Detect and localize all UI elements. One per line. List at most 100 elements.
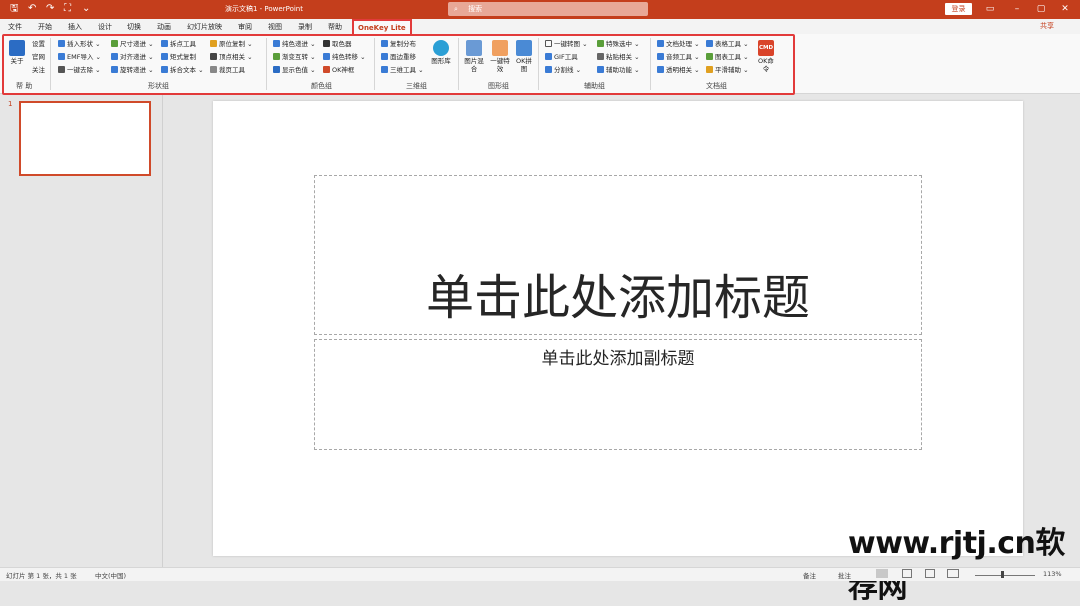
chart-tools-button[interactable]: 图表工具 ⌄ [706, 53, 749, 62]
one-click-effect-button[interactable]: 一键特效 [488, 40, 512, 73]
follow-button[interactable]: 关注 [32, 66, 45, 75]
audio-icon [657, 53, 664, 60]
show-color-value-button[interactable]: 显示色值 ⌄ [273, 66, 316, 75]
cmd-label: 辅助功能 [606, 66, 632, 74]
tab-transitions[interactable]: 切换 [127, 22, 141, 32]
reading-view-icon[interactable] [925, 569, 935, 578]
insert-shape-button[interactable]: 插入形状 ⌄ [58, 40, 101, 49]
tab-review[interactable]: 审阅 [238, 22, 252, 32]
ok-frame-button[interactable]: OK神框 [323, 66, 354, 75]
transparency-icon [657, 66, 664, 73]
about-label: 关于 [10, 57, 24, 65]
comments-button[interactable]: 批注 [838, 570, 851, 580]
settings-button[interactable]: 设置 [32, 40, 45, 49]
slide-canvas: 单击此处添加标题 单击此处添加副标题 [213, 101, 1023, 556]
tab-record[interactable]: 录制 [298, 22, 312, 32]
zoom-slider[interactable] [975, 575, 1035, 576]
normal-view-icon[interactable] [876, 569, 888, 578]
crop-page-button[interactable]: 裁页工具 [210, 66, 245, 75]
slide-thumbnail[interactable] [19, 101, 151, 176]
assist-function-button[interactable]: 辅助功能 ⌄ [597, 66, 640, 75]
split-text-button[interactable]: 拆合文本 ⌄ [161, 66, 204, 75]
paste-related-button[interactable]: 粘贴相关 ⌄ [597, 53, 640, 62]
share-button[interactable]: 共享 [1040, 21, 1054, 31]
gradient-convert-button[interactable]: 渐变互转 ⌄ [273, 53, 316, 62]
tab-file[interactable]: 文件 [8, 22, 22, 32]
title-placeholder[interactable]: 单击此处添加标题 [314, 175, 922, 335]
doc-process-button[interactable]: 文档处理 ⌄ [657, 40, 700, 49]
audio-tools-button[interactable]: 音频工具 ⌄ [657, 53, 700, 62]
in-place-copy-button[interactable]: 原位复制 ⌄ [210, 40, 253, 49]
solid-step-button[interactable]: 纯色递进 ⌄ [273, 40, 316, 49]
matrix-copy-button[interactable]: 矩式复制 [161, 53, 196, 62]
slide-sorter-icon[interactable] [902, 569, 912, 578]
collage-icon [516, 40, 532, 56]
cmd-label: 特殊选中 [606, 40, 632, 48]
rotate-step-button[interactable]: 旋转递进 ⌄ [111, 66, 154, 75]
tab-home[interactable]: 开始 [38, 22, 52, 32]
undo-icon[interactable]: ↶ [28, 3, 36, 15]
one-click-remove-button[interactable]: 一键去除 ⌄ [58, 66, 101, 75]
close-button[interactable]: ✕ [1058, 2, 1072, 16]
tab-help[interactable]: 帮助 [328, 22, 342, 32]
shape-library-button[interactable]: 图形库 [431, 40, 451, 65]
shape-icon [58, 40, 65, 47]
search-box[interactable]: ⌕ 搜索 [448, 2, 648, 16]
table-tools-button[interactable]: 表格工具 ⌄ [706, 40, 749, 49]
ok-command-button[interactable]: CMD OK命令 [756, 40, 776, 73]
ok-collage-button[interactable]: OK拼图 [513, 40, 535, 73]
redo-icon[interactable]: ↷ [46, 3, 54, 15]
align-step-button[interactable]: 对齐递进 ⌄ [111, 53, 154, 62]
copy-distribute-button[interactable]: 复制分布 [381, 40, 416, 49]
assist-group-label: 辅助组 [584, 82, 605, 90]
cmd-label: 面边重移 [390, 53, 416, 61]
cmd-label: 拆点工具 [170, 40, 196, 48]
tab-design[interactable]: 设计 [98, 22, 112, 32]
vertex-button[interactable]: 顶点相关 ⌄ [210, 53, 253, 62]
subtitle-placeholder[interactable]: 单击此处添加副标题 [314, 339, 922, 450]
transparency-button[interactable]: 透明相关 ⌄ [657, 66, 700, 75]
one-click-to-image-button[interactable]: 一键转图 ⌄ [545, 40, 588, 49]
cube-icon [381, 66, 388, 73]
language-indicator[interactable]: 中文(中国) [95, 570, 126, 580]
tab-view[interactable]: 视图 [268, 22, 282, 32]
tab-onekey-lite[interactable]: OneKey Lite [352, 19, 412, 34]
size-step-button[interactable]: 尺寸递进 ⌄ [111, 40, 154, 49]
emf-import-button[interactable]: EMF导入 ⌄ [58, 53, 101, 62]
cmd-label: 分割线 [554, 66, 574, 74]
minimize-button[interactable]: – [1010, 2, 1024, 16]
gif-tools-button[interactable]: GIF工具 [545, 53, 578, 62]
tab-animations[interactable]: 动画 [157, 22, 171, 32]
paste-icon [597, 53, 604, 60]
website-button[interactable]: 官网 [32, 53, 45, 62]
rgb-icon [273, 66, 280, 73]
ribbon-display-icon[interactable]: ▭ [983, 2, 997, 16]
special-select-button[interactable]: 特殊选中 ⌄ [597, 40, 640, 49]
tab-slideshow[interactable]: 幻灯片放映 [187, 22, 222, 32]
color-picker-button[interactable]: 取色器 [323, 40, 352, 49]
image-blend-button[interactable]: 图片混合 [462, 40, 486, 73]
maximize-button[interactable]: ▢ [1034, 2, 1048, 16]
cmd-label: 拆合文本 [170, 66, 196, 74]
tab-insert[interactable]: 插入 [68, 22, 82, 32]
document-title: 演示文稿1 - PowerPoint [225, 5, 303, 13]
save-icon[interactable]: 🖫 [10, 3, 19, 15]
split-point-button[interactable]: 拆点工具 [161, 40, 196, 49]
solid-transfer-button[interactable]: 纯色转移 ⌄ [323, 53, 366, 62]
zoom-level[interactable]: 113% [1043, 570, 1062, 578]
cmd-label: GIF工具 [554, 53, 578, 61]
slideshow-view-icon[interactable] [947, 569, 959, 578]
about-button[interactable]: 关于 [6, 40, 28, 65]
image-group-label: 图形组 [488, 82, 509, 90]
cmd-label: 音频工具 [666, 53, 692, 61]
ribbon-tabs: 文件 开始 插入 设计 切换 动画 幻灯片放映 审阅 视图 录制 帮助 OneK… [0, 19, 1080, 34]
3d-tools-button[interactable]: 三维工具 ⌄ [381, 66, 424, 75]
zoom-slider-thumb[interactable] [1001, 571, 1004, 578]
smooth-assist-button[interactable]: 平滑辅助 ⌄ [706, 66, 749, 75]
login-button[interactable]: 登录 [945, 3, 972, 15]
present-icon[interactable]: ⛶ [64, 3, 71, 15]
notes-button[interactable]: 备注 [803, 570, 816, 580]
customize-qa-icon[interactable]: ⌄ [82, 3, 90, 15]
divider-line-button[interactable]: 分割线 ⌄ [545, 66, 581, 75]
face-edge-move-button[interactable]: 面边重移 [381, 53, 416, 62]
